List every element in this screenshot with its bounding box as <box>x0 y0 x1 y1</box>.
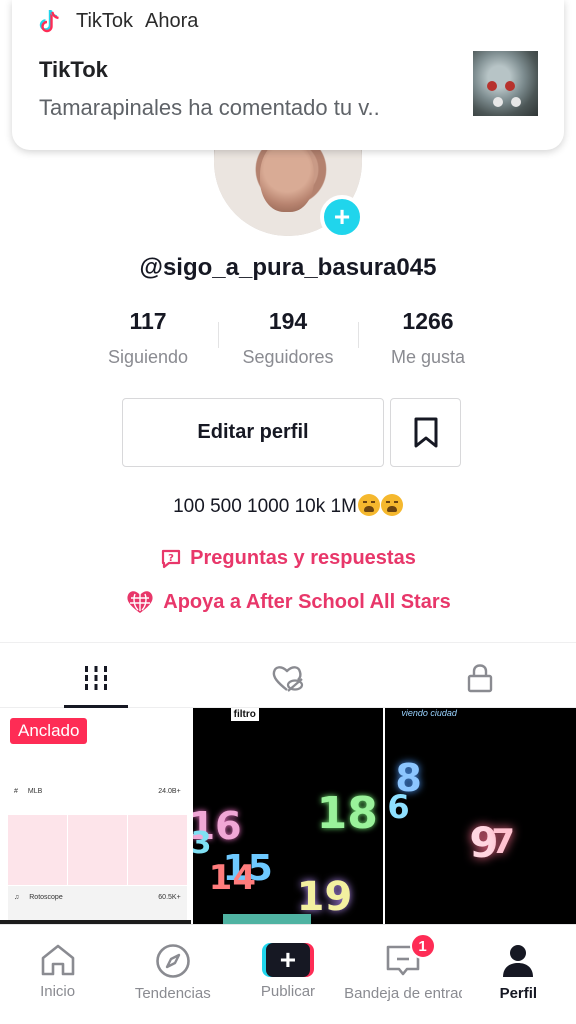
globe-heart-icon <box>125 589 155 615</box>
avatar-face <box>260 140 314 212</box>
thumbnail-row-name: Rotoscope <box>29 894 63 901</box>
notification-app-name: TikTok <box>76 9 134 32</box>
support-link-label: Apoya a After School All Stars <box>163 590 451 613</box>
publish-button[interactable]: + <box>261 943 314 977</box>
support-link[interactable]: Apoya a After School All Stars <box>0 589 576 615</box>
inbox-badge: 1 <box>409 933 436 959</box>
plus-icon: + <box>265 943 310 977</box>
stat-followers-count: 194 <box>268 308 308 334</box>
number-sticker: 14 <box>208 858 256 898</box>
compass-icon <box>155 944 190 978</box>
tab-liked[interactable] <box>192 648 384 707</box>
notification-header: TikTok Ahora <box>38 8 198 34</box>
qa-link-label: Preguntas y respuestas <box>190 547 416 569</box>
stat-likes[interactable]: 1266 Me gusta <box>358 308 498 372</box>
thumbnail-pink-panel <box>8 815 187 885</box>
notification-time: Ahora <box>145 9 199 32</box>
question-bubble-icon: ? <box>160 548 182 570</box>
notification-body: Tamarapinales ha comentado tu v.. <box>39 95 380 120</box>
qa-link[interactable]: ? Preguntas y respuestas <box>0 547 576 570</box>
nav-home-label: Inicio <box>40 983 76 1000</box>
favorites-button[interactable] <box>390 398 461 467</box>
nav-home[interactable]: Inicio <box>0 925 115 1024</box>
weary-face-emoji-icon <box>380 494 403 516</box>
tiktok-logo-icon <box>38 8 62 34</box>
number-sticker: 6 <box>387 788 410 826</box>
nav-inbox[interactable]: 1 Bandeja de entrada <box>344 925 463 1024</box>
number-sticker: 18 <box>316 788 378 839</box>
number-sticker: 7 <box>491 822 516 862</box>
profile-username: @sigo_a_pura_basura045 <box>139 254 437 281</box>
nav-profile-label: Perfil <box>499 985 538 1002</box>
home-icon <box>41 944 74 976</box>
profile-bio: 100 500 1000 10k 1M <box>0 494 576 518</box>
profile-icon <box>503 945 534 977</box>
nav-discover[interactable]: Tendencias <box>115 925 230 1024</box>
notification-banner[interactable]: TikTok Ahora TikTok Tamarapinales ha com… <box>12 0 564 150</box>
nav-publish-label: Publicar <box>260 983 316 1000</box>
thumbnail-row-value: 24.0B+ <box>158 788 181 795</box>
thumbnail-row: ♫ Rotoscope 60.5K+ <box>14 894 181 901</box>
video-caption: viendo ciudad <box>401 708 457 718</box>
weary-face-emoji-icon <box>357 494 380 516</box>
nav-profile[interactable]: Perfil <box>461 925 576 1024</box>
stat-followers[interactable]: 194 Seguidores <box>218 308 358 372</box>
tab-private[interactable] <box>384 648 576 707</box>
stat-likes-count: 1266 <box>402 308 454 334</box>
thumbnail-row-name: MLB <box>27 788 43 795</box>
pinned-badge: Anclado <box>10 718 88 744</box>
number-sticker: 3 <box>192 826 212 861</box>
bookmark-icon <box>414 417 437 447</box>
video-thumbnail-pinned[interactable]: Anclado # MLB 24.0B+ ♫ Rotoscope 60.5K+ <box>0 708 191 924</box>
bottom-nav: Inicio Tendencias + Publicar 1 Bandeja d… <box>0 924 576 1024</box>
profile-stats: 117 Siguiendo 194 Seguidores 1266 Me gus… <box>78 308 498 372</box>
bio-text: 100 500 1000 10k 1M <box>173 496 357 517</box>
add-avatar-plus-icon[interactable]: + <box>320 195 364 239</box>
lock-icon <box>467 663 493 692</box>
edit-profile-button[interactable]: Editar perfil <box>122 398 384 467</box>
stat-likes-label: Me gusta <box>390 347 466 367</box>
thumbnail-teal-band <box>222 914 311 924</box>
videos-grid-icon <box>85 665 107 690</box>
notification-thumbnail <box>473 51 538 116</box>
video-grid: Anclado # MLB 24.0B+ ♫ Rotoscope 60.5K+ fi… <box>0 708 576 924</box>
stat-following[interactable]: 117 Siguiendo <box>78 308 218 372</box>
section-divider <box>0 642 576 643</box>
nav-inbox-label: Bandeja de entrada <box>344 985 463 1002</box>
thumbnail-row-value: 60.5K+ <box>158 894 181 901</box>
video-thumbnail-city[interactable]: viendo ciudad 8 6 9 7 <box>385 708 576 924</box>
thumbnail-row: # MLB 24.0B+ <box>14 788 181 795</box>
liked-hidden-icon <box>272 665 304 692</box>
filter-tag: filtro <box>230 708 259 721</box>
notification-title: TikTok <box>39 57 108 82</box>
nav-publish[interactable]: + Publicar <box>230 925 345 1024</box>
stat-following-label: Siguiendo <box>107 347 189 367</box>
nav-discover-label: Tendencias <box>134 985 211 1002</box>
stat-followers-label: Seguidores <box>242 347 334 367</box>
tab-videos[interactable] <box>0 648 192 708</box>
svg-text:?: ? <box>168 553 174 564</box>
stat-following-count: 117 <box>129 308 167 334</box>
profile-tabs <box>0 648 576 708</box>
thumbnail-bottom-panel <box>8 886 187 924</box>
video-thumbnail-numbers[interactable]: filtro 16 3 18 15 14 19 <box>192 708 384 924</box>
